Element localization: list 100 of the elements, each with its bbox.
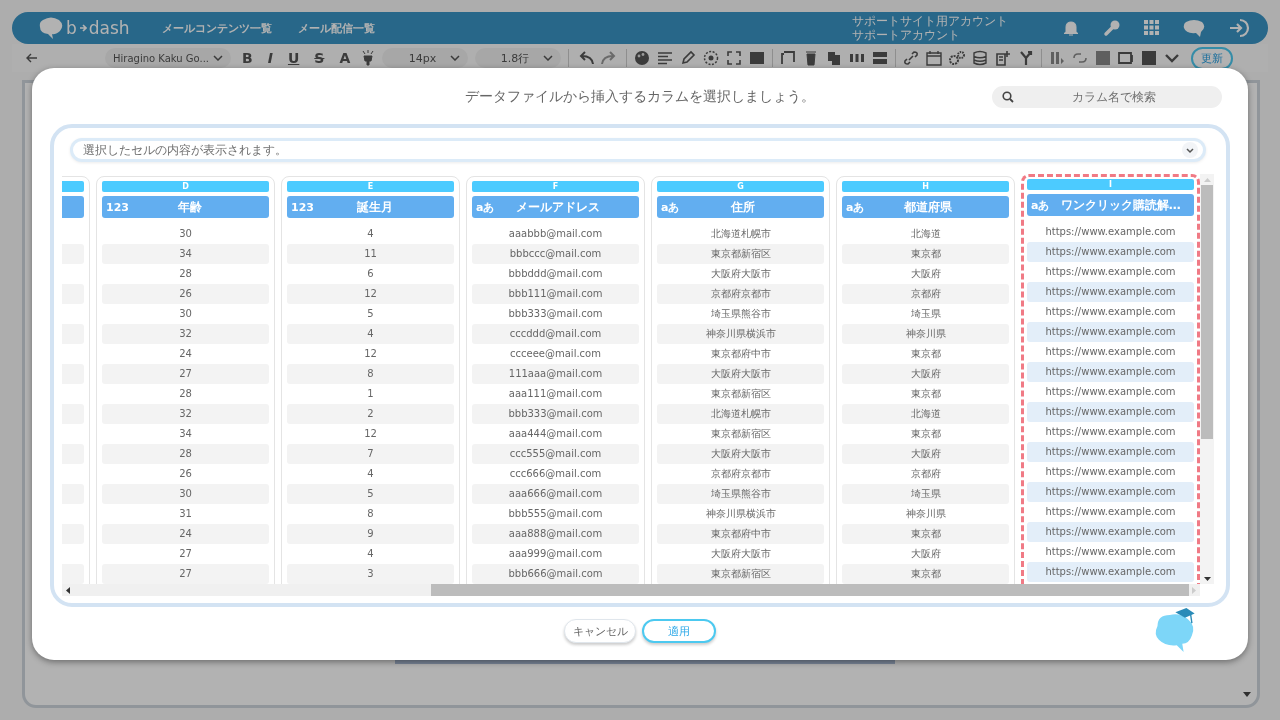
table-cell[interactable]: 埼玉県 <box>842 304 1009 324</box>
table-cell[interactable]: https://www.example.com <box>1027 322 1194 342</box>
chat-icon[interactable] <box>1182 18 1206 38</box>
table-cell[interactable]: 東京都 <box>842 564 1009 584</box>
table-cell[interactable]: 5 <box>287 484 454 504</box>
highlight-icon[interactable] <box>361 50 376 66</box>
table-cell[interactable]: 大阪府 <box>842 364 1009 384</box>
cancel-button[interactable]: キャンセル <box>564 619 636 643</box>
table-cell[interactable]: aaa666@mail.com <box>472 484 639 504</box>
table-cell[interactable]: 北海道札幌市 <box>657 224 824 244</box>
table-cell[interactable]: https://www.example.com <box>1027 282 1194 302</box>
strikethrough-button[interactable]: S <box>310 50 329 66</box>
table-cell[interactable]: 大阪府 <box>842 544 1009 564</box>
nav-link[interactable]: メール配信一覧 <box>297 20 375 36</box>
vertical-scrollbar[interactable] <box>1200 174 1214 584</box>
table-cell[interactable]: bbb555@mail.com <box>472 504 639 524</box>
table-cell[interactable]: 大阪府 <box>842 264 1009 284</box>
scroll-down-icon[interactable] <box>1203 577 1211 581</box>
bell-icon[interactable] <box>1062 19 1080 37</box>
table-cell[interactable]: 東京都新宿区 <box>657 424 824 444</box>
table-cell[interactable]: https://www.example.com <box>1027 502 1194 522</box>
font-select[interactable]: Hiragino Kaku Go... <box>105 48 232 68</box>
table-cell[interactable]: https://www.example.com <box>1027 382 1194 402</box>
table-cell[interactable]: 32 <box>102 324 269 344</box>
table-cell[interactable]: https://www.example.com <box>1027 262 1194 282</box>
table-cell[interactable]: 27 <box>102 364 269 384</box>
table-cell[interactable]: 東京都 <box>842 244 1009 264</box>
table-cell[interactable]: 埼玉県熊谷市 <box>657 304 824 324</box>
table-cell[interactable]: 8 <box>287 504 454 524</box>
rows-icon[interactable] <box>872 50 889 66</box>
scroll-left-icon[interactable] <box>66 586 70 594</box>
table-cell[interactable]: 32 <box>102 404 269 424</box>
table-cell[interactable]: 大阪府大阪市 <box>657 264 824 284</box>
table-cell[interactable]: 東京都 <box>842 524 1009 544</box>
search-field[interactable]: カラム名で検索 <box>992 86 1222 108</box>
table-cell[interactable]: 26 <box>102 464 269 484</box>
table-cell[interactable]: 11 <box>287 244 454 264</box>
unlink-icon[interactable] <box>1072 50 1089 66</box>
table-cell[interactable]: 26 <box>102 284 269 304</box>
align-icon[interactable] <box>657 50 674 66</box>
table-cell[interactable]: 27 <box>102 564 269 584</box>
table-cell[interactable]: 30 <box>102 224 269 244</box>
table-cell[interactable]: 30 <box>102 304 269 324</box>
table-cell[interactable]: 大阪府大阪市 <box>657 544 824 564</box>
scroll-down-icon[interactable] <box>1243 692 1251 697</box>
duplicate-icon[interactable] <box>826 50 843 66</box>
table-cell[interactable]: 京都府 <box>842 284 1009 304</box>
table-cell[interactable]: 31 <box>102 504 269 524</box>
column-card[interactable]: E 123 誕生月 4 11 6 12 5 4 12 8 1 2 12 7 4 5 8 9 4 3 <box>281 176 460 584</box>
pencil-icon[interactable] <box>680 50 697 66</box>
table-cell[interactable]: 30 <box>102 484 269 504</box>
table-cell[interactable]: bbb333@mail.com <box>472 404 639 424</box>
italic-button[interactable]: I <box>263 50 277 66</box>
database-icon[interactable] <box>972 50 989 66</box>
table-cell[interactable]: 6 <box>287 264 454 284</box>
table-cell[interactable]: 4 <box>287 224 454 244</box>
table-cell[interactable]: 28 <box>102 384 269 404</box>
table-cell[interactable]: 34 <box>102 424 269 444</box>
table-cell[interactable]: cccddd@mail.com <box>472 324 639 344</box>
table-cell[interactable]: 3 <box>287 564 454 584</box>
table-cell[interactable]: 9 <box>287 524 454 544</box>
table-cell[interactable]: 28 <box>102 264 269 284</box>
table-cell[interactable]: 京都府京都市 <box>657 284 824 304</box>
table-cell[interactable]: https://www.example.com <box>1027 242 1194 262</box>
table-cell[interactable]: 7 <box>287 444 454 464</box>
table-cell[interactable]: 大阪府 <box>842 444 1009 464</box>
table-cell[interactable]: 京都府 <box>842 464 1009 484</box>
table-cell[interactable]: aaa999@mail.com <box>472 544 639 564</box>
table-cell[interactable]: 4 <box>287 464 454 484</box>
table-cell[interactable]: https://www.example.com <box>1027 522 1194 542</box>
table-cell[interactable]: 神奈川県 <box>842 324 1009 344</box>
sign-in-icon[interactable] <box>1228 18 1250 38</box>
table-cell[interactable]: 東京都 <box>842 384 1009 404</box>
bars-icon[interactable] <box>1049 50 1066 66</box>
table-cell[interactable]: 東京都 <box>842 424 1009 444</box>
table-cell[interactable]: 埼玉県熊谷市 <box>657 484 824 504</box>
table-cell[interactable]: 東京都新宿区 <box>657 564 824 584</box>
table-cell[interactable]: https://www.example.com <box>1027 482 1194 502</box>
settings-icon[interactable] <box>1102 18 1122 38</box>
calendar-icon[interactable] <box>926 50 943 66</box>
table-cell[interactable]: ccc555@mail.com <box>472 444 639 464</box>
table-cell[interactable]: 神奈川県 <box>842 504 1009 524</box>
table-cell[interactable]: 東京都府中市 <box>657 524 824 544</box>
table-cell[interactable]: https://www.example.com <box>1027 402 1194 422</box>
column-card[interactable]: D 123 年齢 30 34 28 26 30 32 24 27 28 32 34 28 26 30 31 24 27 27 <box>96 176 275 584</box>
table-cell[interactable]: https://www.example.com <box>1027 442 1194 462</box>
table-cell[interactable]: https://www.example.com <box>1027 362 1194 382</box>
table-cell[interactable]: 12 <box>287 344 454 364</box>
nav-link[interactable]: メールコンテンツ一覧 <box>161 20 272 36</box>
column-card[interactable] <box>1021 174 1200 584</box>
table-cell[interactable]: ccceee@mail.com <box>472 344 639 364</box>
table-cell[interactable]: 1 <box>287 384 454 404</box>
table-cell[interactable]: bbbddd@mail.com <box>472 264 639 284</box>
table-cell[interactable]: 27 <box>102 544 269 564</box>
table-cell[interactable]: 神奈川県横浜市 <box>657 324 824 344</box>
table-cell[interactable]: 12 <box>287 284 454 304</box>
table-cell[interactable]: aaa444@mail.com <box>472 424 639 444</box>
table-cell[interactable]: aaa111@mail.com <box>472 384 639 404</box>
font-size-select[interactable]: 14px <box>382 48 469 68</box>
horizontal-scrollbar[interactable] <box>62 584 1200 596</box>
